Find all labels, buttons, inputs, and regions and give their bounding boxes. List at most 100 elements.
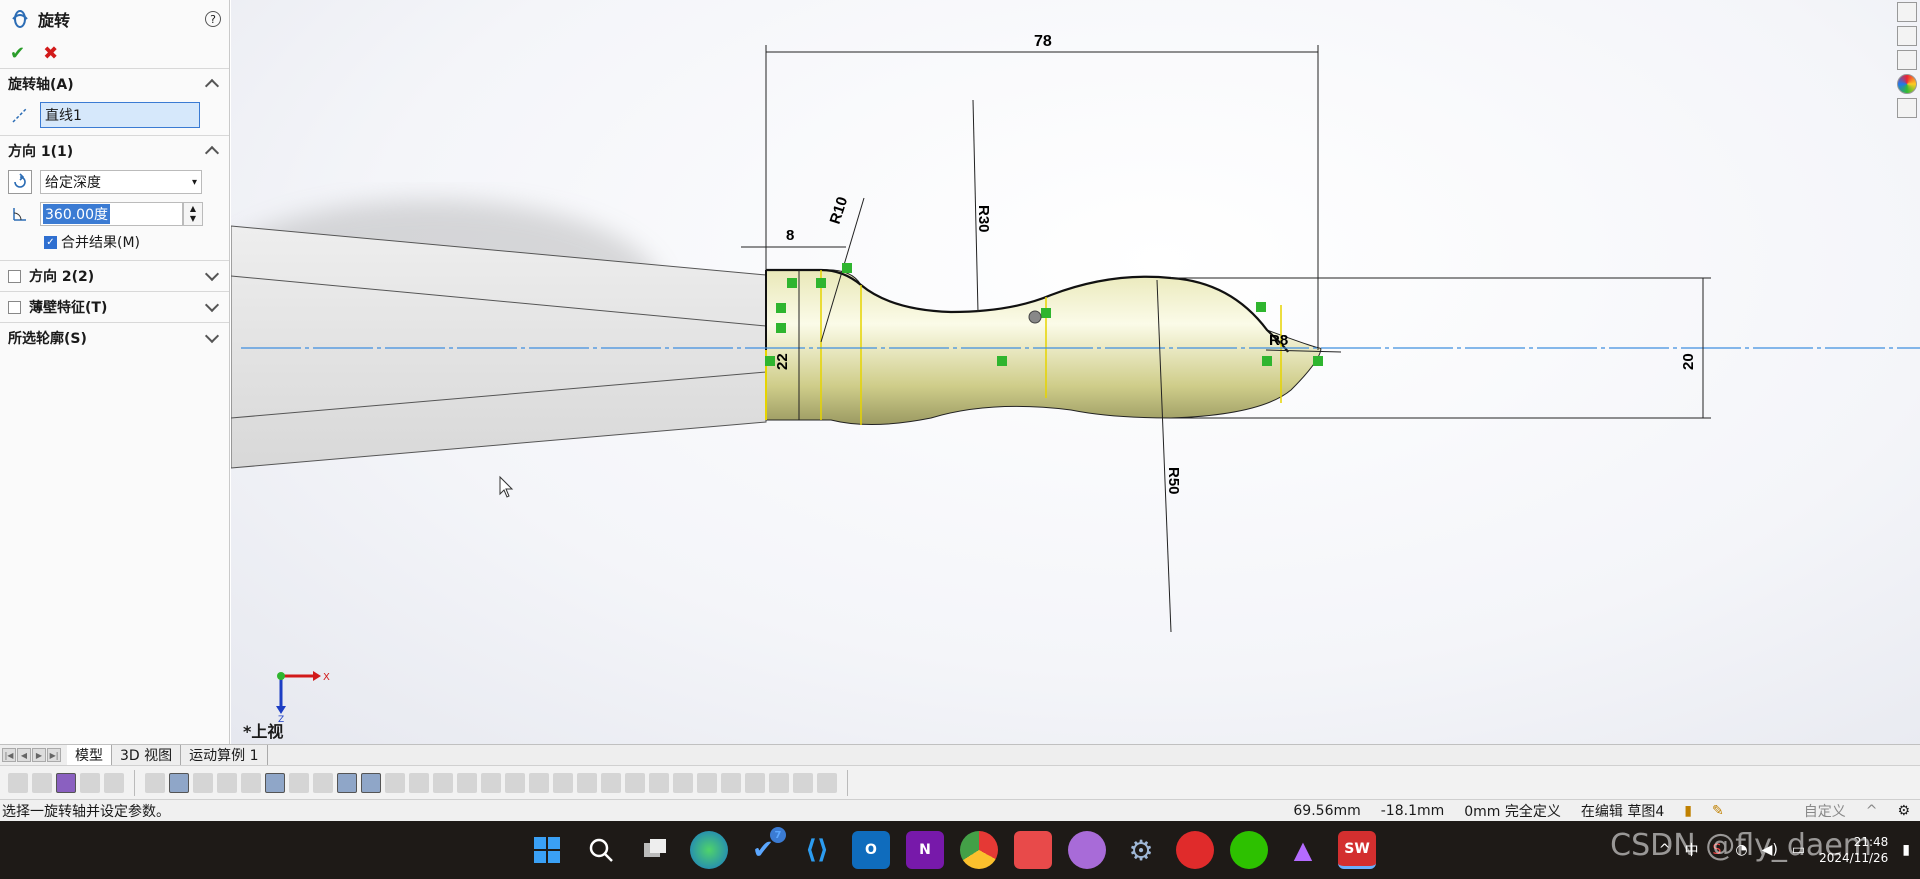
chevron-up-icon[interactable] (204, 78, 220, 94)
snap-icon[interactable] (313, 772, 333, 793)
axis-input[interactable]: 直线1 (40, 102, 200, 128)
tab-model[interactable]: 模型 (67, 745, 112, 765)
snap-icon[interactable] (769, 772, 789, 793)
appearance-icon[interactable] (1897, 74, 1917, 94)
dim-78[interactable]: 78 (1034, 33, 1052, 50)
select-icon[interactable] (80, 772, 100, 793)
snap-icon[interactable] (793, 772, 813, 793)
prev-tab-icon[interactable]: ◀ (17, 748, 31, 762)
direction1-header[interactable]: 方向 1(1) (0, 136, 229, 166)
sketch-canvas[interactable]: 78 8 R10 R30 R50 R8 22 20 X Z (231, 0, 1920, 744)
notification-icon[interactable]: ▮ (1902, 842, 1910, 858)
snap-icon[interactable] (625, 772, 645, 793)
relation-marker[interactable] (776, 303, 786, 313)
sketch-icon[interactable] (337, 772, 357, 793)
filter-active-icon[interactable] (56, 772, 76, 793)
dim-r8[interactable]: R8 (1269, 332, 1288, 349)
start-icon[interactable] (528, 831, 566, 869)
chevron-down-icon[interactable] (204, 266, 220, 282)
caret-up-icon[interactable]: ^ (1856, 803, 1888, 819)
view-palette-icon[interactable] (1897, 50, 1917, 70)
search-icon[interactable] (582, 831, 620, 869)
snap-icon[interactable] (553, 772, 573, 793)
vscode-icon[interactable]: ⟨⟩ (798, 831, 836, 869)
thin-checkbox[interactable] (8, 300, 21, 314)
chevron-down-icon[interactable] (204, 297, 220, 313)
dim-8[interactable]: 8 (786, 227, 794, 244)
angle-input[interactable]: 360.00度 (40, 202, 183, 226)
relation-marker[interactable] (842, 263, 852, 273)
chevron-down-icon[interactable] (204, 328, 220, 344)
snap-icon[interactable] (673, 772, 693, 793)
sketch-status-icon[interactable]: ✎ (1702, 803, 1734, 819)
snap-icon[interactable] (481, 772, 501, 793)
snap-icon[interactable] (601, 772, 621, 793)
vertical-icon[interactable] (169, 772, 189, 793)
relation-marker[interactable] (787, 278, 797, 288)
ok-button[interactable]: ✔ (10, 43, 25, 64)
tab-motion-study[interactable]: 运动算例 1 (181, 745, 268, 765)
dim-r10[interactable]: R10 (827, 195, 852, 226)
snap-icon[interactable] (193, 772, 213, 793)
dim-20[interactable]: 20 (1680, 353, 1697, 370)
filter-icon[interactable] (8, 772, 28, 793)
contours-header[interactable]: 所选轮廓(S) (0, 323, 229, 353)
resources-icon[interactable] (1897, 2, 1917, 22)
custom-properties-icon[interactable] (1897, 98, 1917, 118)
tab-3d-view[interactable]: 3D 视图 (112, 745, 182, 765)
direction2-header[interactable]: 方向 2(2) (0, 261, 229, 291)
solidworks-icon[interactable]: SW (1338, 831, 1376, 869)
snap-icon[interactable] (409, 772, 429, 793)
origin-point[interactable] (1028, 310, 1042, 324)
relation-marker[interactable] (765, 356, 775, 366)
dim-22[interactable]: 22 (774, 353, 791, 370)
snap-icon[interactable] (529, 772, 549, 793)
end-condition-select[interactable]: 给定深度 ▾ (40, 170, 202, 194)
snap-icon[interactable] (817, 772, 837, 793)
axis-section-header[interactable]: 旋转轴(A) (0, 69, 229, 99)
cancel-button[interactable]: ✖ (43, 43, 58, 64)
line-snap-icon[interactable] (265, 772, 285, 793)
cat-app-icon[interactable] (1068, 831, 1106, 869)
tooltip-icon[interactable]: ⚙ (1887, 803, 1920, 819)
snap-icon[interactable] (289, 772, 309, 793)
next-tab-icon[interactable]: ▶ (32, 748, 46, 762)
relation-marker[interactable] (1041, 308, 1051, 318)
merge-checkbox[interactable]: ✓ (44, 235, 57, 249)
netease-music-icon[interactable] (1176, 831, 1214, 869)
point-icon[interactable] (145, 772, 165, 793)
snap-icon[interactable] (217, 772, 237, 793)
relation-marker[interactable] (1262, 356, 1272, 366)
help-icon[interactable]: ? (205, 11, 221, 27)
filter-icon[interactable] (32, 772, 52, 793)
snap-icon[interactable] (697, 772, 717, 793)
relation-marker[interactable] (776, 323, 786, 333)
snap-icon[interactable] (577, 772, 597, 793)
folder-icon[interactable] (1897, 26, 1917, 46)
snap-icon[interactable] (241, 772, 261, 793)
relation-marker[interactable] (1256, 302, 1266, 312)
snap-icon[interactable] (385, 772, 405, 793)
todo-icon[interactable]: ✔ 7 (744, 827, 786, 869)
snap-icon[interactable] (649, 772, 669, 793)
edge-icon[interactable] (690, 831, 728, 869)
dim-r30[interactable]: R30 (975, 205, 992, 233)
snap-icon[interactable] (721, 772, 741, 793)
graphics-viewport[interactable]: 78 8 R10 R30 R50 R8 22 20 X Z *上视 (231, 0, 1920, 744)
select-icon[interactable] (104, 772, 124, 793)
chevron-up-icon[interactable] (204, 145, 220, 161)
red-app-icon[interactable] (1014, 831, 1052, 869)
task-view-icon[interactable] (636, 831, 674, 869)
snap-icon[interactable] (505, 772, 525, 793)
wechat-icon[interactable] (1230, 831, 1268, 869)
first-tab-icon[interactable]: |◀ (2, 748, 16, 762)
onenote-icon[interactable]: N (906, 831, 944, 869)
relation-marker[interactable] (1313, 356, 1323, 366)
thin-header[interactable]: 薄壁特征(T) (0, 292, 229, 322)
snap-icon[interactable] (433, 772, 453, 793)
direction2-checkbox[interactable] (8, 269, 21, 283)
snap-icon[interactable] (745, 772, 765, 793)
relation-marker[interactable] (997, 356, 1007, 366)
units-custom[interactable]: 自定义 (1794, 801, 1856, 821)
relation-marker[interactable] (816, 278, 826, 288)
